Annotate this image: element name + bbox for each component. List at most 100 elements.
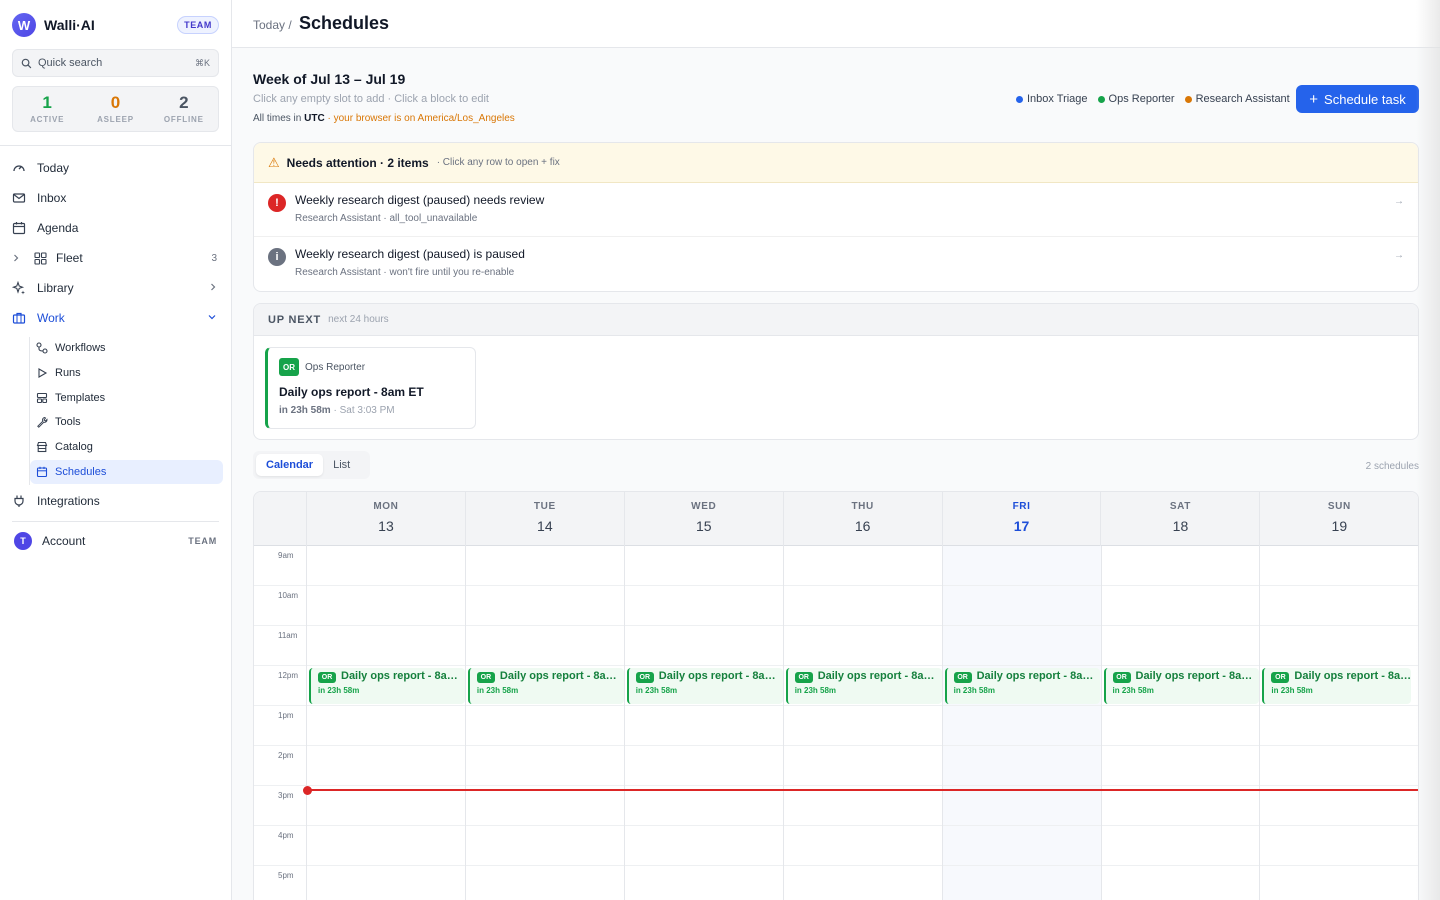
quick-search[interactable]: Quick search ⌘K bbox=[12, 49, 219, 77]
schedule-block[interactable]: OR Daily ops report - 8am ET in 23h 58m bbox=[1103, 668, 1260, 704]
schedule-block[interactable]: OR Daily ops report - 8am ET in 23h 58m bbox=[785, 668, 942, 704]
page-title: Schedules bbox=[299, 13, 390, 33]
stat-asleep[interactable]: 0 ASLEEP bbox=[81, 87, 149, 131]
schedule-block[interactable]: OR Daily ops report - 8am ET in 23h 58m bbox=[1262, 668, 1412, 704]
day-number: 16 bbox=[854, 518, 871, 534]
tab-list[interactable]: List bbox=[323, 454, 360, 476]
column-divider bbox=[1100, 546, 1102, 900]
nav-inbox[interactable]: Inbox bbox=[12, 186, 219, 210]
hour-label: 10am bbox=[278, 591, 299, 600]
hour-row[interactable]: 2pm bbox=[254, 746, 1418, 786]
block-title: Daily ops report - 8am ET bbox=[817, 670, 938, 682]
block-meta: in 23h 58m bbox=[476, 686, 519, 695]
nav-label: Work bbox=[37, 311, 65, 325]
agent-legend: Inbox Triage Ops Reporter Research Assis… bbox=[1016, 93, 1290, 105]
schedule-block[interactable]: OR Daily ops report - 8am ET in 23h 58m bbox=[944, 668, 1101, 704]
wrench-icon bbox=[36, 416, 48, 428]
nav-catalog[interactable]: Catalog bbox=[30, 435, 223, 459]
schedule-task-button[interactable]: + Schedule task bbox=[1296, 85, 1419, 113]
nav-workflows[interactable]: Workflows bbox=[30, 336, 223, 360]
task-meta: in 23h 58m · Sat 3:03 PM bbox=[279, 405, 395, 416]
fleet-stats: 1 ACTIVE 0 ASLEEP 2 OFFLINE bbox=[12, 86, 219, 132]
fire-time: · Sat 3:03 PM bbox=[333, 405, 395, 416]
column-divider bbox=[782, 546, 784, 900]
needs-attention-header: ⚠ Needs attention · 2 items · Click any … bbox=[254, 143, 1418, 183]
fleet-count: 3 bbox=[211, 252, 217, 264]
plan-badge: TEAM bbox=[177, 16, 219, 34]
hour-row[interactable]: 5pm bbox=[254, 866, 1418, 900]
hour-label: 3pm bbox=[278, 791, 294, 800]
hour-row[interactable]: 11am bbox=[254, 626, 1418, 666]
briefcase-icon bbox=[12, 311, 26, 325]
tz-value: UTC bbox=[304, 113, 325, 124]
day-name: SUN bbox=[1327, 501, 1351, 512]
legend-dot bbox=[1016, 95, 1023, 103]
block-title: Daily ops report - 8am ET bbox=[1135, 670, 1256, 682]
nav-fleet[interactable]: Fleet 3 bbox=[12, 246, 219, 270]
schedule-block[interactable]: OR Daily ops report - 8am ET in 23h 58m bbox=[626, 668, 783, 704]
block-title: Daily ops report - 8am ET bbox=[1294, 670, 1411, 682]
account-label: Account bbox=[42, 534, 86, 548]
chevron-right-icon[interactable] bbox=[12, 251, 20, 265]
block-meta: in 23h 58m bbox=[635, 686, 678, 695]
hour-row[interactable]: 1pm bbox=[254, 706, 1418, 746]
hour-label: 11am bbox=[278, 631, 298, 640]
chevron-down-icon[interactable] bbox=[207, 313, 217, 324]
up-next-panel: UP NEXT next 24 hours OR Ops Reporter Da… bbox=[253, 303, 1419, 440]
attention-row[interactable]: i Weekly research digest (paused) is pau… bbox=[254, 237, 1418, 291]
nav-today[interactable]: Today bbox=[12, 156, 219, 180]
hour-label: 12pm bbox=[278, 671, 299, 680]
column-divider bbox=[623, 546, 625, 900]
day-number: 17 bbox=[1013, 518, 1030, 534]
hour-row[interactable]: 4pm bbox=[254, 826, 1418, 866]
up-next-header: UP NEXT next 24 hours bbox=[254, 304, 1418, 336]
agent-badge: OR bbox=[279, 358, 299, 376]
tab-calendar[interactable]: Calendar bbox=[256, 454, 324, 476]
nav-work[interactable]: Work bbox=[12, 306, 219, 330]
nav-tools[interactable]: Tools bbox=[30, 410, 223, 434]
stat-offline[interactable]: 2 OFFLINE bbox=[150, 87, 218, 131]
breadcrumb-parent[interactable]: Today / bbox=[253, 18, 292, 32]
hour-row[interactable]: 9am bbox=[254, 546, 1418, 586]
schedule-block[interactable]: OR Daily ops report - 8am ET in 23h 58m bbox=[467, 668, 624, 704]
nav-integrations[interactable]: Integrations bbox=[12, 489, 219, 513]
schedule-block[interactable]: OR Daily ops report - 8am ET in 23h 58m bbox=[309, 668, 465, 704]
nav-runs[interactable]: Runs bbox=[30, 361, 223, 385]
attention-hint: · Click any row to open + fix bbox=[436, 157, 560, 168]
divider bbox=[0, 145, 231, 146]
day-header: TUE 14 bbox=[466, 492, 625, 546]
nav-agenda[interactable]: Agenda bbox=[12, 216, 219, 240]
nav-label: Fleet bbox=[56, 251, 83, 265]
info-icon: i bbox=[268, 248, 286, 266]
hour-row[interactable]: 3pm bbox=[254, 786, 1418, 826]
week-title: Week of Jul 13 – Jul 19 bbox=[253, 71, 406, 87]
chevron-right-icon[interactable] bbox=[209, 282, 217, 295]
nav-library[interactable]: Library bbox=[12, 276, 219, 300]
block-meta: in 23h 58m bbox=[318, 686, 360, 695]
stat-active[interactable]: 1 ACTIVE bbox=[13, 87, 81, 131]
store-icon bbox=[36, 441, 48, 453]
day-number: 19 bbox=[1331, 518, 1348, 534]
day-name: FRI bbox=[1012, 501, 1031, 512]
stat-label: ASLEEP bbox=[97, 115, 134, 124]
time-until: in 23h 58m bbox=[279, 405, 331, 416]
needs-attention-panel: ⚠ Needs attention · 2 items · Click any … bbox=[253, 142, 1419, 292]
agent-badge: OR bbox=[1112, 672, 1131, 683]
agent-badge: OR bbox=[1271, 672, 1290, 683]
attention-row[interactable]: ! Weekly research digest (paused) needs … bbox=[254, 183, 1418, 237]
nav-schedules[interactable]: Schedules bbox=[30, 460, 223, 484]
search-shortcut: ⌘K bbox=[194, 57, 210, 68]
grid-icon bbox=[33, 251, 47, 265]
hour-row[interactable]: 10am bbox=[254, 586, 1418, 626]
legend-research-assistant: Research Assistant bbox=[1184, 93, 1290, 105]
nav-label: Templates bbox=[55, 392, 106, 404]
hour-label: 2pm bbox=[278, 751, 294, 760]
stat-label: OFFLINE bbox=[163, 115, 204, 124]
nav-templates[interactable]: Templates bbox=[30, 386, 223, 410]
view-toggle: Calendar List bbox=[253, 451, 370, 479]
agent-name: Ops Reporter bbox=[305, 362, 366, 373]
brand[interactable]: W Walli·AI TEAM bbox=[12, 13, 219, 37]
account-menu[interactable]: T Account TEAM bbox=[12, 531, 219, 551]
up-next-card[interactable]: OR Ops Reporter Daily ops report - 8am E… bbox=[265, 347, 476, 429]
avatar: T bbox=[14, 532, 32, 550]
